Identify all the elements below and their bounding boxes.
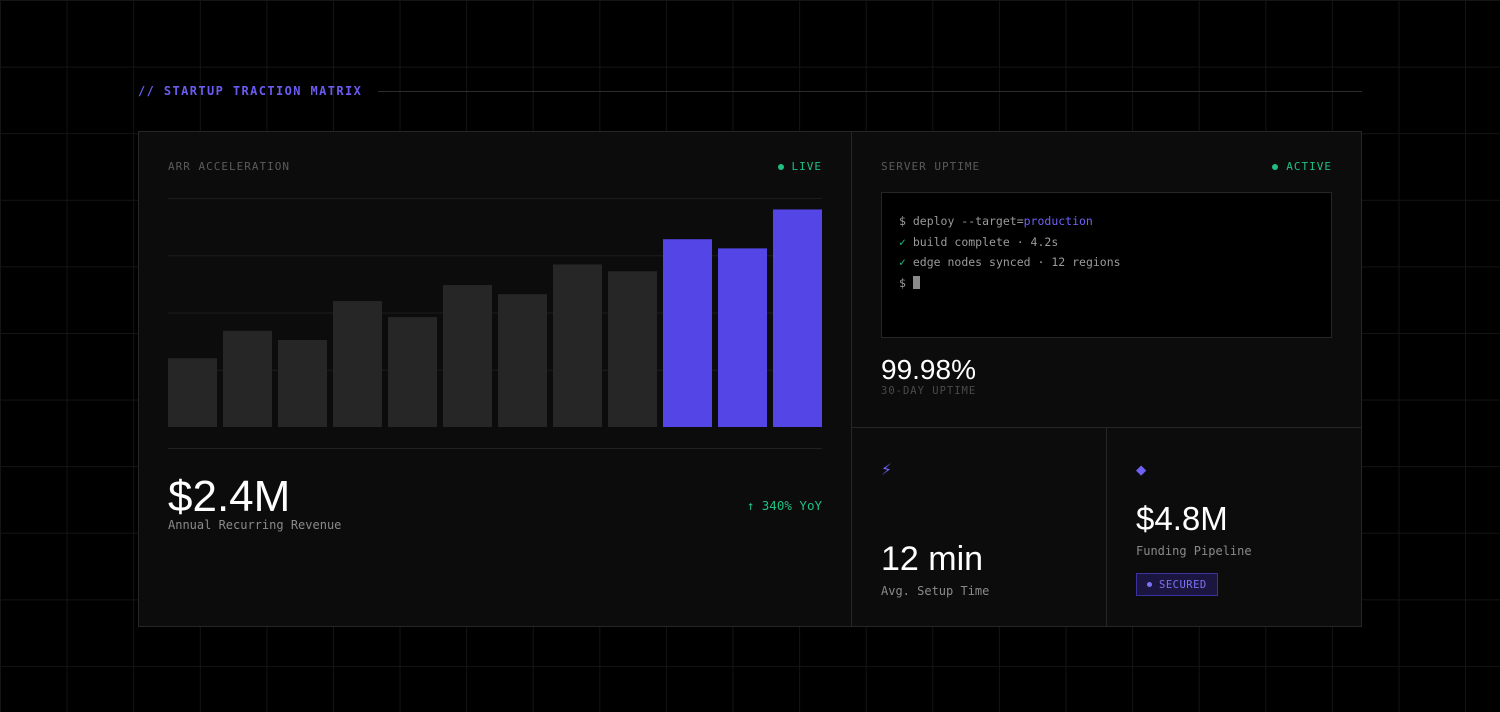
chart-bar [388,317,437,427]
arr-panel: ARR ACCELERATION LIVE $2.4M Annual Recur… [139,132,852,626]
chart-bar [278,339,327,427]
active-dot-icon [1272,163,1279,170]
check-icon: ✓ [899,255,906,270]
uptime-caption: 30-DAY UPTIME [881,385,977,397]
live-dot-icon [777,163,784,170]
chart-bar [223,330,272,427]
uptime-status-label: ACTIVE [1286,160,1332,173]
terminal-target: production [1023,214,1093,228]
diamond-icon: ◆ [1136,460,1147,480]
chart-bar [168,358,217,427]
secured-badge-label: SECURED [1159,578,1207,591]
funding-value: $4.8M [1136,500,1228,537]
header-divider [378,90,1362,92]
uptime-status-badge: ACTIVE [1272,160,1332,173]
chart-bar [498,294,547,427]
chart-bar-highlighted [663,239,712,427]
arr-panel-title: ARR ACCELERATION [168,160,290,173]
chart-bar-highlighted [718,248,767,427]
terminal-line-deploy: $ deploy --target=production [899,211,1314,232]
chart-bar [443,285,492,427]
terminal-line-prompt: $ [899,273,1314,294]
arr-growth: ↑ 340% YoY [746,498,822,513]
terminal-build-text: build complete · 4.2s [905,234,1059,249]
terminal-command: $ deploy --target= [899,214,1024,228]
secured-badge: SECURED [1136,573,1218,596]
setup-value: 12 min [881,540,984,578]
funding-panel: ◆ $4.8M Funding Pipeline SECURED [1107,428,1361,626]
deploy-terminal[interactable]: $ deploy --target=production ✓ build com… [881,192,1332,338]
chart-bar [553,264,602,427]
setup-label: Avg. Setup Time [881,584,990,598]
check-icon: ✓ [899,234,906,249]
uptime-value: 99.98% [881,354,976,385]
terminal-line-sync: ✓ edge nodes synced · 12 regions [899,252,1314,273]
chart-bar-highlighted [773,209,822,427]
badge-dot-icon [1147,582,1152,587]
cursor-icon [912,275,920,289]
chart-bar [608,271,657,427]
arr-label: Annual Recurring Revenue [168,518,342,532]
uptime-panel: SERVER UPTIME ACTIVE $ deploy --target=p… [852,132,1361,428]
traction-grid: ARR ACCELERATION LIVE $2.4M Annual Recur… [138,131,1362,627]
chart-divider [168,448,822,449]
uptime-panel-title: SERVER UPTIME [881,160,981,173]
arr-bar-chart [168,198,822,427]
section-header: // STARTUP TRACTION MATRIX [138,82,1362,100]
arr-status-badge: LIVE [777,160,823,173]
arr-value: $2.4M [168,472,291,521]
section-title: // STARTUP TRACTION MATRIX [138,84,363,98]
terminal-sync-text: edge nodes synced · 12 regions [905,255,1121,270]
arr-status-label: LIVE [791,160,822,173]
terminal-line-build: ✓ build complete · 4.2s [899,232,1314,253]
funding-label: Funding Pipeline [1136,544,1252,558]
setup-panel: ⚡ 12 min Avg. Setup Time [852,428,1107,626]
terminal-prompt: $ [899,275,913,290]
lightning-icon: ⚡ [881,459,892,480]
chart-bar [333,301,382,427]
